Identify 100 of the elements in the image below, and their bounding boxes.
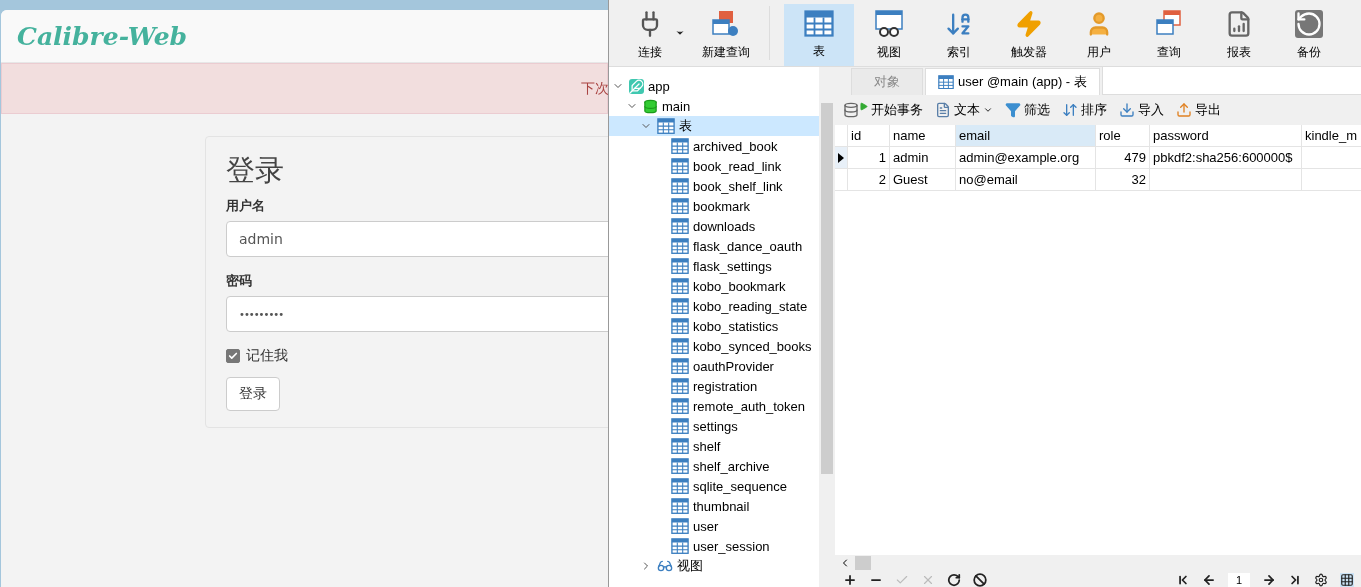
toolbar-button[interactable]: 查询 <box>1134 4 1204 66</box>
refresh-button[interactable] <box>947 573 961 587</box>
tree-item[interactable]: bookmark <box>609 196 819 216</box>
page-field[interactable]: 1 <box>1228 573 1250 587</box>
first-page-button[interactable] <box>1176 573 1190 587</box>
filter-icon <box>1005 102 1021 118</box>
add-button[interactable] <box>843 573 857 587</box>
tree-item[interactable]: 表 <box>609 116 819 136</box>
last-page-button[interactable] <box>1288 573 1302 587</box>
tab[interactable]: user @main (app) - 表 <box>925 68 1100 95</box>
next-page-button[interactable] <box>1262 573 1276 587</box>
table-icon <box>671 357 689 375</box>
backup-icon <box>1295 9 1323 38</box>
toolbar-button[interactable]: 用户 <box>1064 4 1134 66</box>
close-icon <box>921 573 935 587</box>
field-label: 密码 <box>226 272 253 290</box>
table-icon <box>671 197 689 215</box>
tree-item[interactable]: shelf_archive <box>609 456 819 476</box>
table-icon <box>671 377 689 395</box>
table-icon <box>804 10 834 37</box>
action-button[interactable]: 导入 <box>1117 101 1166 119</box>
last-icon <box>1288 573 1302 587</box>
tree-item[interactable]: sqlite_sequence <box>609 476 819 496</box>
row-indicator[interactable] <box>835 147 848 169</box>
remember-checkbox[interactable] <box>226 349 240 363</box>
action-button[interactable]: 排序 <box>1060 101 1109 119</box>
table-icon <box>671 457 689 475</box>
toolbar-button[interactable]: 触发器 <box>994 4 1064 66</box>
tree-item[interactable]: archived_book <box>609 136 819 156</box>
tree-item[interactable]: book_read_link <box>609 156 819 176</box>
table-icon <box>671 337 689 355</box>
toolbar-button[interactable]: 索引 <box>924 4 994 66</box>
tree-item[interactable]: kobo_synced_books <box>609 336 819 356</box>
table-cell: 1 <box>848 147 890 169</box>
password-field[interactable]: ••••••••• <box>226 296 608 332</box>
action-button[interactable]: 筛选 <box>1003 101 1052 119</box>
toolbar-button[interactable]: 新建查询 <box>691 4 761 66</box>
tree-item[interactable]: user <box>609 516 819 536</box>
grid-view-button[interactable] <box>1340 573 1354 587</box>
table-icon <box>938 74 954 90</box>
column-header[interactable]: email <box>956 125 1096 147</box>
column-header[interactable]: password <box>1150 125 1302 147</box>
toolbar-button[interactable]: 备份 <box>1274 4 1344 66</box>
tree-item[interactable]: flask_settings <box>609 256 819 276</box>
previous-page-button[interactable] <box>1202 573 1216 587</box>
toolbar-button[interactable]: 报表 <box>1204 4 1274 66</box>
column-header[interactable]: id <box>848 125 890 147</box>
login-button[interactable]: 登录 <box>226 377 280 411</box>
tree-item[interactable]: main <box>609 96 819 116</box>
tree-item[interactable]: thumbnail <box>609 496 819 516</box>
stop-button[interactable] <box>973 573 987 587</box>
table-icon <box>671 177 689 195</box>
tree-item[interactable]: kobo_bookmark <box>609 276 819 296</box>
toolbar-button[interactable]: 视图 <box>854 4 924 66</box>
tree-item[interactable]: oauthProvider <box>609 356 819 376</box>
column-header[interactable]: role <box>1096 125 1150 147</box>
import-icon <box>1119 102 1135 118</box>
table-icon <box>671 517 689 535</box>
tree-item[interactable]: flask_dance_oauth <box>609 236 819 256</box>
settings-button[interactable] <box>1314 573 1328 587</box>
refresh-icon <box>947 573 961 587</box>
caret-icon[interactable] <box>675 28 685 38</box>
database-icon <box>843 102 859 118</box>
table-icon <box>671 477 689 495</box>
tree-item[interactable]: user_session <box>609 536 819 556</box>
tree-item[interactable]: downloads <box>609 216 819 236</box>
table-cell: admin@example.org <box>956 147 1096 169</box>
tree-item[interactable]: remote_auth_token <box>609 396 819 416</box>
table-icon <box>671 317 689 335</box>
action-button[interactable]: 文本 <box>933 101 995 119</box>
action-button[interactable]: 开始事务 <box>841 101 925 119</box>
plus-icon <box>843 573 857 587</box>
tree-item[interactable]: kobo_reading_state <box>609 296 819 316</box>
toolbar-button[interactable]: 连接 <box>615 4 685 66</box>
scrollbar-thumb[interactable] <box>855 556 871 570</box>
stop-icon <box>973 573 987 587</box>
tree-item[interactable]: book_shelf_link <box>609 176 819 196</box>
table-cell: pbkdf2:sha256:600000$ <box>1150 147 1302 169</box>
field-label: 用户名 <box>226 197 266 215</box>
tree-item[interactable]: kobo_statistics <box>609 316 819 336</box>
toolbar-button[interactable]: 表 <box>784 4 854 66</box>
table-cell: admin <box>890 147 956 169</box>
table-cell: Guest <box>890 169 956 191</box>
table-icon <box>671 217 689 235</box>
tree-item[interactable]: shelf <box>609 436 819 456</box>
scrollbar[interactable] <box>819 67 835 587</box>
caret-icon[interactable] <box>983 105 993 115</box>
column-header[interactable]: name <box>890 125 956 147</box>
username-field[interactable]: admin <box>226 221 608 257</box>
action-button[interactable]: 导出 <box>1174 101 1223 119</box>
tree-item[interactable]: registration <box>609 376 819 396</box>
tree-item[interactable]: 视图 <box>609 556 819 576</box>
table-icon <box>671 417 689 435</box>
tree-item[interactable]: settings <box>609 416 819 436</box>
table-icon <box>671 297 689 315</box>
header-corner <box>835 125 848 147</box>
grid-icon <box>1340 573 1354 587</box>
export-icon <box>1176 102 1192 118</box>
table-icon <box>671 537 689 555</box>
tree-item[interactable]: app <box>609 76 819 96</box>
